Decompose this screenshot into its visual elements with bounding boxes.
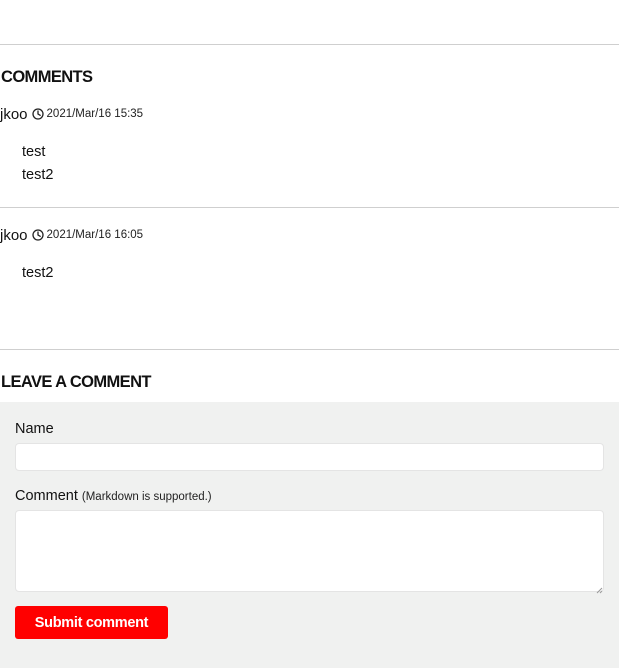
leave-comment-heading: LEAVE A COMMENT (1, 373, 151, 391)
comment-body: test test2 (22, 141, 53, 187)
comment-meta: jkoo 2021/Mar/16 16:05 (0, 226, 143, 244)
comment-label: Comment (15, 488, 78, 504)
clock-icon (31, 108, 44, 120)
comment-date: 2021/Mar/16 16:05 (46, 229, 144, 241)
comment-author: jkoo (0, 226, 28, 244)
comment-divider (0, 207, 619, 208)
comment-line: test2 (22, 265, 54, 281)
comment-form: Name Comment (Markdown is supported.) Su… (0, 402, 619, 668)
comment-date: 2021/Mar/16 15:35 (46, 108, 144, 120)
comment-line: test2 (22, 167, 54, 183)
name-label: Name (15, 421, 54, 437)
comments-heading: COMMENTS (1, 68, 93, 86)
submit-comment-button[interactable]: Submit comment (15, 606, 168, 639)
comment-meta: jkoo 2021/Mar/16 15:35 (0, 105, 143, 123)
section-divider (0, 349, 619, 350)
comment-author: jkoo (0, 105, 28, 123)
top-divider (0, 44, 619, 45)
markdown-note: (Markdown is supported.) (81, 491, 212, 503)
clock-icon (31, 229, 44, 241)
comment-label-row: Comment (Markdown is supported.) (15, 488, 212, 504)
comment-body: test2 (22, 262, 53, 285)
resize-grip-icon[interactable] (595, 581, 603, 594)
comment-textarea[interactable] (15, 510, 604, 592)
comment-line: test (22, 144, 46, 160)
name-input[interactable] (15, 443, 604, 471)
